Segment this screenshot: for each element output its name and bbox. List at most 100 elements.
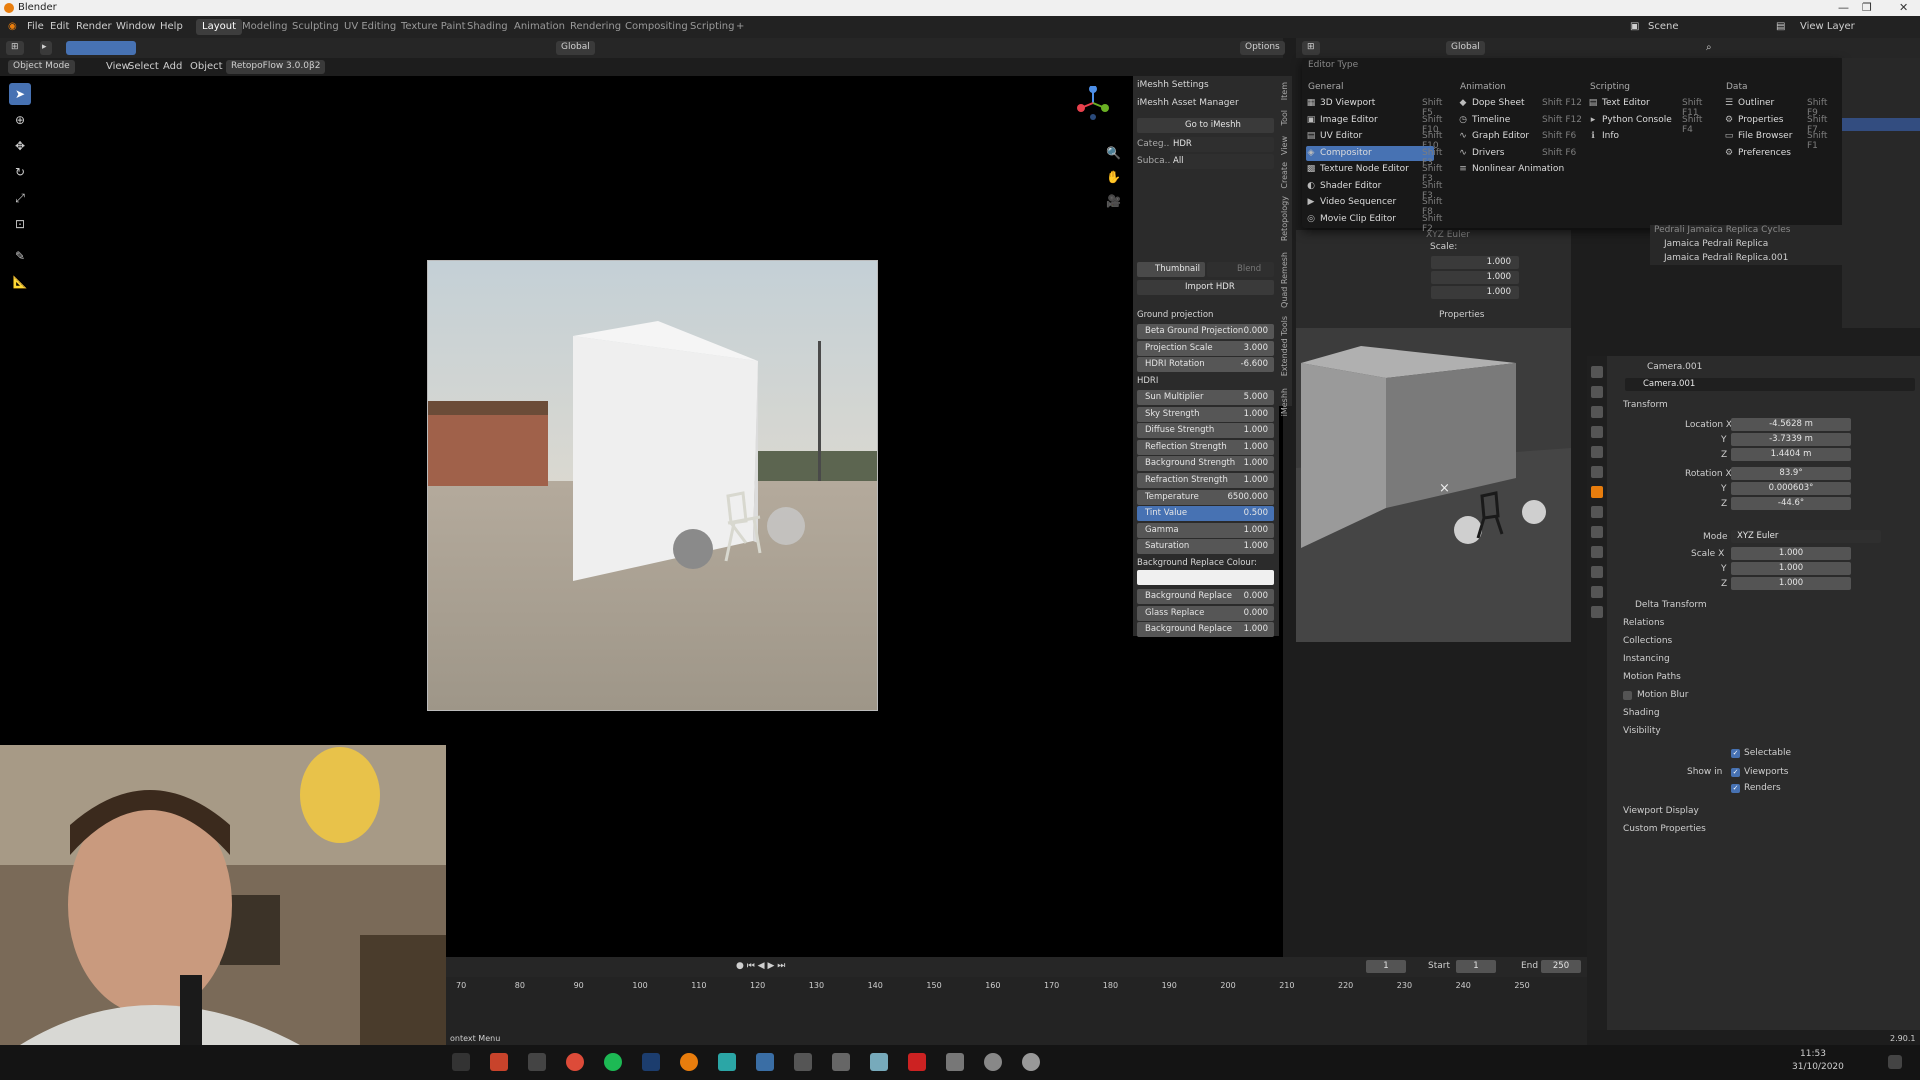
tab-item[interactable]: Item	[1280, 82, 1289, 100]
npanel-field-projection-scale[interactable]: Projection Scale 3.000	[1137, 340, 1274, 356]
chrome-icon[interactable]	[566, 1053, 584, 1071]
move-tool-icon[interactable]: ✥	[9, 135, 31, 157]
minimize-button[interactable]: —	[1838, 1, 1849, 14]
outliner-item-0[interactable]: Pedrali Jamaica Replica Cycles	[1654, 225, 1790, 235]
editor-type-properties[interactable]: ⚙ Properties Shift F7	[1724, 113, 1836, 135]
scene-selector[interactable]: Scene	[1648, 21, 1679, 32]
cursor-tool-icon[interactable]: ⊕	[9, 109, 31, 131]
rotation-z-field[interactable]: -44.6°	[1731, 497, 1851, 510]
app-icon-7[interactable]	[870, 1053, 888, 1071]
clock-time[interactable]: 11:53	[1800, 1049, 1826, 1059]
editor-type-outliner[interactable]: ☰ Outliner Shift F9	[1724, 96, 1836, 118]
menu-help[interactable]: Help	[160, 21, 183, 32]
app-icon-6[interactable]	[832, 1053, 850, 1071]
editor-type-graph-editor[interactable]: ∿ Graph Editor Shift F6	[1458, 129, 1586, 144]
scene-properties-icon[interactable]	[1591, 446, 1603, 458]
thumbnail-tab[interactable]: Thumbnail	[1137, 262, 1205, 277]
app-icon-10[interactable]	[984, 1053, 1002, 1071]
editor-type-info[interactable]: ℹ Info	[1588, 129, 1716, 144]
editor-type-text-editor[interactable]: ▤ Text Editor Shift F11	[1588, 96, 1716, 118]
tab-animation[interactable]: Animation	[508, 19, 571, 35]
close-button[interactable]: ✕	[1899, 1, 1908, 14]
select-mode-icon[interactable]: ▸	[40, 41, 52, 55]
transform-tool-icon[interactable]: ⊡	[9, 213, 31, 235]
viewport-display-header[interactable]: Viewport Display	[1623, 806, 1699, 816]
tab-tool[interactable]: Tool	[1280, 110, 1289, 126]
object-menu[interactable]: Object	[190, 61, 223, 72]
app-icon-9[interactable]	[946, 1053, 964, 1071]
editor-type-preferences[interactable]: ⚙ Preferences	[1724, 146, 1836, 161]
add-menu[interactable]: Add	[163, 61, 182, 72]
delta-transform-header[interactable]: Delta Transform	[1635, 600, 1707, 610]
editor-type-uv-editor[interactable]: ▤UV EditorShift F10	[1306, 129, 1443, 151]
tab-rendering[interactable]: Rendering	[564, 19, 627, 35]
physics-properties-icon[interactable]	[1591, 546, 1603, 558]
editor-type-icon[interactable]: ⊞	[6, 41, 24, 55]
tab-retopology[interactable]: Retopology	[1280, 196, 1289, 241]
rotate-tool-icon[interactable]: ↻	[9, 161, 31, 183]
tab-view[interactable]: View	[1280, 136, 1289, 155]
output-properties-icon[interactable]	[1591, 406, 1603, 418]
playback-controls-icon[interactable]: ● ⏮ ◀ ▶ ⏭	[736, 961, 785, 971]
rotation-y-field[interactable]: 0.000603°	[1731, 482, 1851, 495]
app-icon-8[interactable]	[908, 1053, 926, 1071]
current-frame-field[interactable]: 1	[1366, 960, 1406, 973]
editor-type-video-sequencer[interactable]: ▶ Video Sequencer Shift F8	[1306, 195, 1443, 217]
motion-blur-header[interactable]: Motion Blur	[1637, 690, 1688, 700]
transform-header[interactable]: Transform	[1623, 400, 1668, 410]
menu-render[interactable]: Render	[76, 21, 112, 32]
editor-type-timeline[interactable]: ◷ Timeline Shift F12	[1458, 113, 1586, 128]
pan-hand-icon[interactable]: ✋	[1106, 170, 1121, 184]
scale-z-field[interactable]: 1.000	[1731, 577, 1851, 590]
location-z-field[interactable]: 1.4404 m	[1731, 448, 1851, 461]
outliner-item-2[interactable]: Jamaica Pedrali Replica.001	[1664, 253, 1788, 263]
start-frame-field[interactable]: 1	[1456, 960, 1496, 973]
zoom-icon[interactable]: 🔍	[1106, 146, 1121, 160]
clock-date[interactable]: 31/10/2020	[1792, 1062, 1844, 1072]
npanel-field-beta-ground-projection[interactable]: Beta Ground Projection 0.000	[1137, 324, 1274, 339]
editor-type-button[interactable]: ⊞	[1302, 41, 1320, 55]
camera-view-icon[interactable]: 🎥	[1106, 194, 1121, 208]
annotate-tool-icon[interactable]: ✎	[9, 245, 31, 267]
particles-properties-icon[interactable]	[1591, 526, 1603, 538]
viewports-checkbox[interactable]: ✓	[1731, 768, 1740, 777]
npanel-field-hdri-rotation[interactable]: HDRI Rotation -6.600	[1137, 357, 1274, 373]
import-hdr-button[interactable]: Import HDR	[1137, 280, 1274, 295]
select-tool-icon[interactable]: ➤	[9, 83, 31, 105]
editor-type-file-browser[interactable]: ▭ File Browser Shift F1	[1724, 129, 1836, 151]
npanel-field-tint-value[interactable]: Tint Value 0.500	[1137, 506, 1274, 522]
add-workspace-button[interactable]: +	[730, 19, 750, 35]
imeshh-settings-header[interactable]: iMeshh Settings	[1137, 80, 1209, 90]
motion-paths-header[interactable]: Motion Paths	[1623, 672, 1681, 682]
location-x-field[interactable]: -4.5628 m	[1731, 418, 1851, 431]
editor-type-dope-sheet[interactable]: ◆ Dope Sheet Shift F12	[1458, 96, 1586, 111]
npanel-field-temperature[interactable]: Temperature 6500.000	[1137, 489, 1274, 505]
object-name-field[interactable]: Camera.001	[1625, 378, 1915, 391]
measure-tool-icon[interactable]: 📐	[9, 271, 31, 293]
instancing-header[interactable]: Instancing	[1623, 654, 1670, 664]
relations-header[interactable]: Relations	[1623, 618, 1664, 628]
custom-properties-header[interactable]: Custom Properties	[1623, 824, 1706, 834]
tab-shading[interactable]: Shading	[461, 19, 514, 35]
spotify-icon[interactable]	[604, 1053, 622, 1071]
category-select[interactable]: HDR	[1170, 137, 1274, 152]
background-replace-colour-swatch[interactable]	[1137, 570, 1274, 585]
app-icon-2[interactable]	[528, 1053, 546, 1071]
npanel-field-background-replace[interactable]: Background Replace 0.000	[1137, 589, 1274, 604]
blend-tab[interactable]: Blend	[1207, 262, 1274, 277]
tab-extended-tools[interactable]: Extended Tools	[1280, 316, 1289, 376]
material-properties-icon[interactable]	[1591, 606, 1603, 618]
scale-tool-icon[interactable]: ⤢	[9, 187, 31, 209]
app-icon-1[interactable]	[490, 1053, 508, 1071]
menu-window[interactable]: Window	[116, 21, 155, 32]
npanel-field-glass-replace[interactable]: Glass Replace 0.000	[1137, 605, 1274, 621]
shading-header[interactable]: Shading	[1623, 708, 1660, 718]
menu-file[interactable]: File	[27, 21, 44, 32]
scale-x-field[interactable]: 1.000	[1731, 547, 1851, 560]
app-icon-3[interactable]	[718, 1053, 736, 1071]
orientation-select[interactable]: Global	[556, 41, 595, 55]
editor-type-texture-node-editor[interactable]: ▩ Texture Node Editor Shift F3	[1306, 162, 1443, 184]
editor-type-compositor[interactable]: ◈ Compositor Shift F3	[1306, 145, 1442, 168]
editor-type-drivers[interactable]: ∿ Drivers Shift F6	[1458, 146, 1586, 161]
object-name[interactable]: Camera.001	[1647, 362, 1702, 372]
